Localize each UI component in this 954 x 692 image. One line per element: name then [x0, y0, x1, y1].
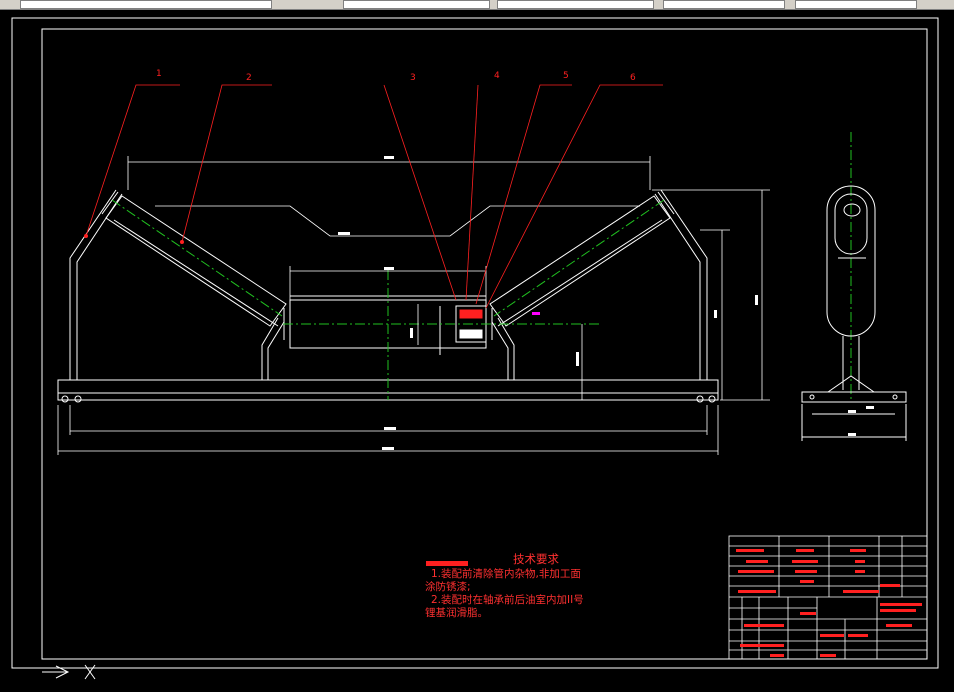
part-number-6: 6	[630, 73, 636, 83]
centerlines	[111, 132, 852, 400]
technical-requirements: 技术要求 1.装配前清除管内杂物,非加工面 涂防锈漆; 2.装配时在轴承前后油室…	[425, 553, 625, 620]
cad-toolbar	[0, 0, 954, 10]
lineweight-dropdown[interactable]	[663, 0, 785, 9]
part-number-labels: 1 2 3 4 5 6	[156, 69, 636, 83]
part-number-5: 5	[563, 71, 569, 81]
notes-line-1: 1.装配前清除管内杂物,非加工面	[431, 568, 581, 580]
leader-dots	[84, 234, 184, 244]
ucs-icon	[42, 664, 96, 680]
part-number-4: 4	[494, 71, 500, 81]
leader-lines	[85, 84, 663, 309]
title-block	[728, 535, 928, 660]
notes-line-3: 2.装配时在轴承前后油室内加II号	[431, 594, 584, 606]
notes-line-2: 涂防锈漆;	[425, 581, 471, 593]
dimension-texts	[338, 156, 758, 450]
color-dropdown[interactable]	[343, 0, 490, 9]
layer-dropdown[interactable]	[20, 0, 272, 9]
part-number-1: 1	[156, 69, 162, 79]
side-view	[801, 185, 907, 441]
notes-line-4: 锂基润滑脂。	[425, 607, 488, 619]
part-number-2: 2	[246, 73, 252, 83]
notes-title: 技术要求	[513, 552, 559, 566]
plotstyle-dropdown[interactable]	[795, 0, 917, 9]
linetype-dropdown[interactable]	[497, 0, 654, 9]
center-idler-roller	[283, 295, 493, 349]
part-number-3: 3	[410, 73, 416, 83]
